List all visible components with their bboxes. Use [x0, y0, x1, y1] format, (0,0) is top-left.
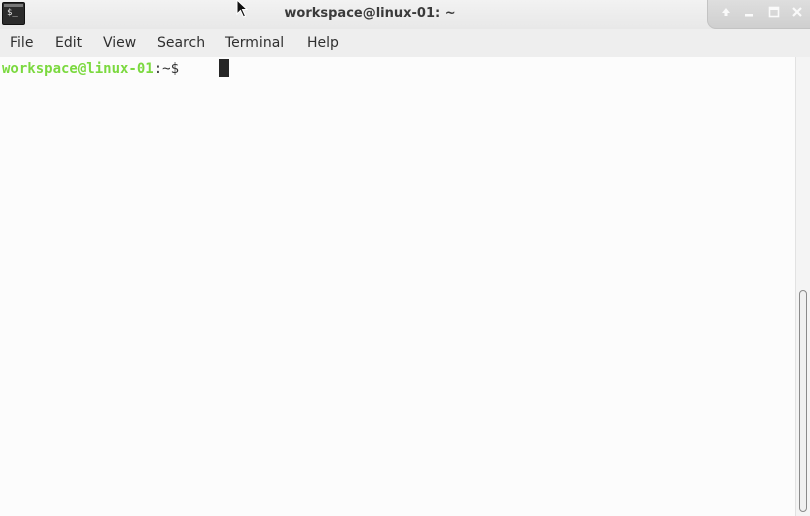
- menu-bar: File Edit View Search Terminal Help: [0, 29, 810, 57]
- vertical-scrollbar[interactable]: [795, 57, 810, 516]
- menu-view[interactable]: View: [103, 35, 136, 51]
- window-controls: [707, 0, 810, 29]
- prompt-user-host: workspace@linux-01: [2, 61, 154, 77]
- terminal-output-area[interactable]: workspace@linux-01:~$: [0, 57, 795, 516]
- arrow-up-icon[interactable]: [717, 6, 735, 22]
- menu-file[interactable]: File: [10, 35, 33, 51]
- menu-terminal[interactable]: Terminal: [225, 35, 284, 51]
- mouse-pointer-icon: [236, 0, 250, 23]
- scrollbar-thumb[interactable]: [799, 290, 807, 512]
- menu-help[interactable]: Help: [307, 35, 339, 51]
- prompt-path: :~$: [153, 61, 188, 77]
- window-title: workspace@linux-01: ~: [284, 6, 456, 21]
- minimize-icon[interactable]: [740, 6, 758, 22]
- maximize-icon[interactable]: [765, 6, 783, 22]
- menu-search[interactable]: Search: [157, 35, 205, 51]
- menu-edit[interactable]: Edit: [55, 35, 82, 51]
- terminal-prompt-line: workspace@linux-01:~$: [2, 60, 187, 78]
- text-cursor: [219, 59, 229, 77]
- title-bar[interactable]: $_ workspace@linux-01: ~: [0, 0, 810, 29]
- close-icon[interactable]: [788, 6, 806, 22]
